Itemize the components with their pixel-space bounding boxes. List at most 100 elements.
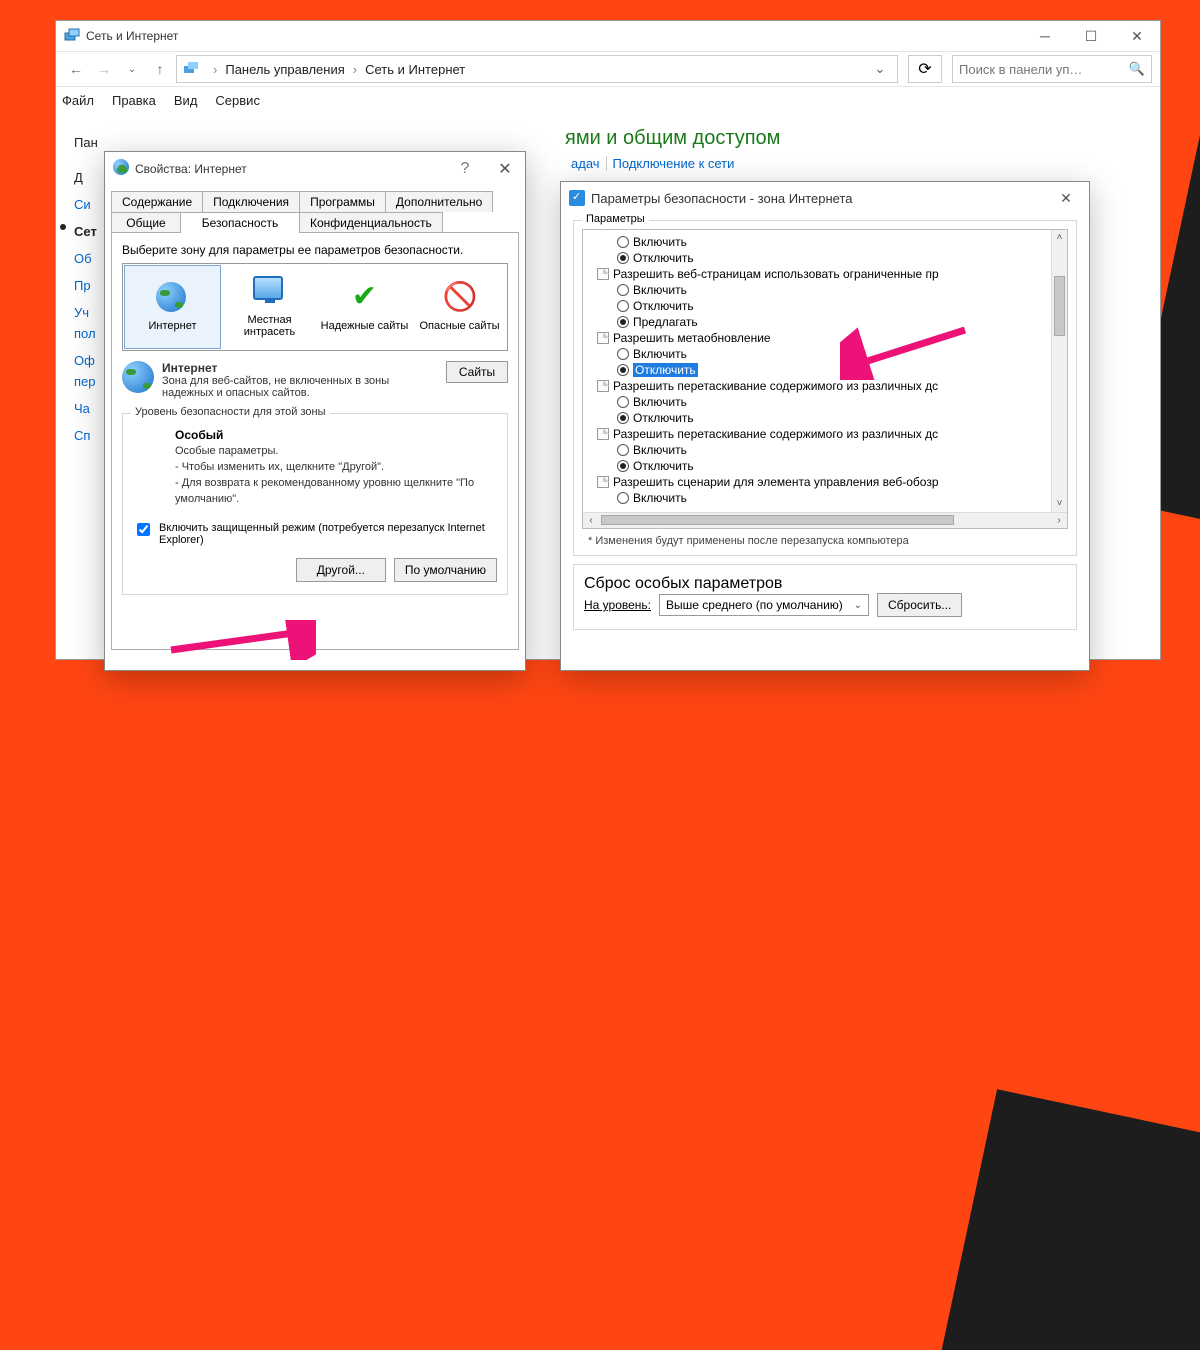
breadcrumb-current[interactable]: Сеть и Интернет — [365, 62, 465, 77]
side-link[interactable]: Об — [74, 245, 90, 272]
setting-option[interactable]: Отключить — [591, 250, 1063, 266]
radio-icon — [617, 444, 629, 456]
link[interactable]: адач — [565, 156, 607, 171]
level-line: - Чтобы изменить их, щелкните "Другой". — [175, 460, 497, 476]
close-button[interactable]: ✕ — [1043, 183, 1089, 213]
setting-item[interactable]: Разрешить метаобновление — [591, 330, 1063, 346]
setting-option[interactable]: Предлагать — [591, 314, 1063, 330]
tab-security[interactable]: Безопасность — [180, 212, 300, 233]
forward-button[interactable]: → — [92, 57, 116, 81]
scroll-thumb[interactable] — [601, 515, 954, 525]
side-link[interactable]: Сп — [74, 422, 90, 449]
menu-service[interactable]: Сервис — [215, 93, 260, 108]
breadcrumb-root[interactable]: Панель управления — [225, 62, 344, 77]
setting-option[interactable]: Включить — [591, 442, 1063, 458]
reset-level-combo[interactable]: Выше среднего (по умолчанию)⌄ — [659, 594, 869, 616]
side-link[interactable]: Си — [74, 191, 90, 218]
reset-button[interactable]: Сбросить... — [877, 593, 962, 617]
menu-edit[interactable]: Правка — [112, 93, 156, 108]
tab-general[interactable]: Общие — [111, 212, 181, 233]
help-button[interactable]: ? — [445, 160, 485, 178]
setting-item[interactable]: Разрешить сценарии для элемента управлен… — [591, 474, 1063, 490]
address-dropdown[interactable]: ⌄ — [869, 61, 891, 77]
radio-icon — [617, 460, 629, 472]
zone-hint: Выберите зону для параметры ее параметро… — [122, 243, 508, 257]
titlebar: Сеть и Интернет ─ ☐ ✕ — [56, 21, 1160, 51]
setting-option[interactable]: Включить — [591, 490, 1063, 506]
maximize-button[interactable]: ☐ — [1068, 21, 1114, 51]
globe-icon — [113, 159, 129, 180]
address-bar[interactable]: › Панель управления › Сеть и Интернет ⌄ — [176, 55, 898, 83]
setting-item[interactable]: Разрешить веб-страницам использовать огр… — [591, 266, 1063, 282]
group-label: Уровень безопасности для этой зоны — [131, 406, 330, 418]
tab-programs[interactable]: Программы — [299, 191, 386, 212]
setting-item[interactable]: Разрешить перетаскивание содержимого из … — [591, 378, 1063, 394]
check-icon: ✔ — [348, 282, 382, 316]
setting-option[interactable]: Включить — [591, 394, 1063, 410]
zone-trusted[interactable]: ✔ Надежные сайты — [317, 264, 412, 350]
side-link-active[interactable]: Сет — [74, 218, 90, 245]
setting-option[interactable]: Отключить — [591, 362, 1063, 378]
default-level-button[interactable]: По умолчанию — [394, 558, 497, 582]
scroll-down-icon[interactable]: ˅ — [1052, 496, 1067, 512]
zone-selector: Интернет Местная интрасеть ✔ Надежные са… — [122, 263, 508, 351]
side-link[interactable]: Ча — [74, 395, 90, 422]
side-link[interactable]: Оф — [74, 347, 90, 374]
radio-icon — [617, 348, 629, 360]
search-input[interactable]: Поиск в панели уп… 🔍 — [952, 55, 1152, 83]
tab-connections[interactable]: Подключения — [202, 191, 300, 212]
zone-internet[interactable]: Интернет — [124, 265, 221, 349]
side-link[interactable]: Уч — [74, 299, 90, 326]
settings-tree[interactable]: ВключитьОтключитьРазрешить веб-страницам… — [582, 229, 1068, 529]
side-link[interactable]: пер — [74, 374, 90, 395]
menu-view[interactable]: Вид — [174, 93, 198, 108]
menu-file[interactable]: Файл — [62, 93, 94, 108]
scroll-left-icon[interactable]: ‹ — [583, 513, 599, 528]
custom-level-button[interactable]: Другой... — [296, 558, 386, 582]
back-button[interactable]: ← — [64, 57, 88, 81]
minimize-button[interactable]: ─ — [1022, 21, 1068, 51]
horizontal-scrollbar[interactable]: ‹ › — [583, 512, 1067, 528]
security-level-group: Уровень безопасности для этой зоны Особы… — [122, 413, 508, 595]
radio-icon — [617, 236, 629, 248]
zone-restricted[interactable]: 🚫 Опасные сайты — [412, 264, 507, 350]
search-icon: 🔍 — [1129, 61, 1145, 77]
search-placeholder: Поиск в панели уп… — [959, 62, 1129, 77]
setting-option[interactable]: Отключить — [591, 298, 1063, 314]
reset-group: Сброс особых параметров На уровень: Выше… — [573, 564, 1077, 630]
setting-option[interactable]: Отключить — [591, 458, 1063, 474]
up-button[interactable]: ↑ — [148, 57, 172, 81]
refresh-button[interactable]: ⟳ — [908, 55, 942, 83]
setting-option[interactable]: Отключить — [591, 410, 1063, 426]
setting-option[interactable]: Включить — [591, 346, 1063, 362]
zone-intranet[interactable]: Местная интрасеть — [222, 264, 317, 350]
link[interactable]: Подключение к сети — [607, 156, 741, 171]
setting-option[interactable]: Включить — [591, 282, 1063, 298]
radio-icon — [617, 492, 629, 504]
protected-mode-checkbox[interactable] — [137, 523, 150, 536]
radio-icon — [617, 300, 629, 312]
recent-dropdown[interactable]: ⌄ — [120, 57, 144, 81]
page-heading: ями и общим доступом — [565, 127, 780, 150]
close-button[interactable]: ✕ — [1114, 21, 1160, 51]
zone-title: Интернет — [162, 361, 422, 375]
tab-content[interactable]: Содержание — [111, 191, 203, 212]
shield-icon — [569, 190, 585, 206]
radio-icon — [617, 364, 629, 376]
setting-item[interactable]: Разрешить перетаскивание содержимого из … — [591, 426, 1063, 442]
side-link[interactable]: пол — [74, 326, 90, 347]
radio-icon — [617, 412, 629, 424]
side-link[interactable]: Пр — [74, 272, 90, 299]
tab-privacy[interactable]: Конфиденциальность — [299, 212, 443, 233]
zone-desc: Зона для веб-сайтов, не включенных в зон… — [162, 375, 422, 399]
close-button[interactable]: ✕ — [485, 159, 525, 179]
scroll-right-icon[interactable]: › — [1051, 513, 1067, 528]
vertical-scrollbar[interactable]: ˄ ˅ — [1051, 230, 1067, 512]
scroll-thumb[interactable] — [1054, 276, 1065, 336]
chevron-down-icon: ⌄ — [854, 600, 862, 611]
scroll-up-icon[interactable]: ˄ — [1052, 230, 1067, 246]
reset-to-label: На уровень: — [584, 598, 651, 612]
setting-option[interactable]: Включить — [591, 234, 1063, 250]
tab-advanced[interactable]: Дополнительно — [385, 191, 493, 212]
sites-button[interactable]: Сайты — [446, 361, 508, 383]
